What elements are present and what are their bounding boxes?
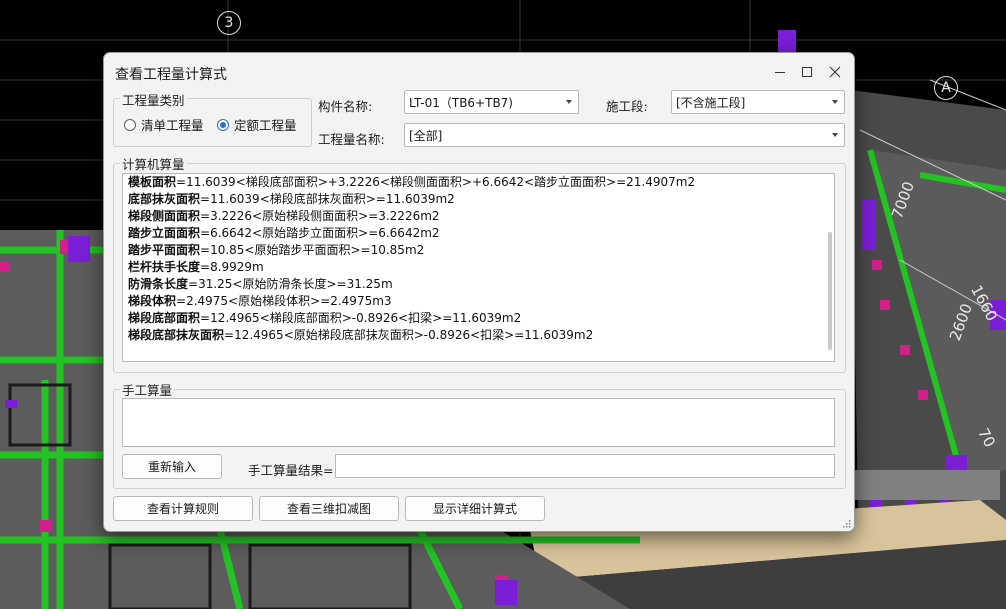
radio-bill-quantity-label: 清单工程量 <box>141 118 204 133</box>
axis-bubble-3: 3 <box>217 11 241 35</box>
calc-line-name: 梯段体积 <box>128 294 177 308</box>
calc-line: 底部抹灰面积=11.6039<梯段底部抹灰面积>=11.6039m2 <box>128 191 695 208</box>
calc-line-expression: =12.4965<梯段底部面积>-0.8926<扣梁>=11.6039m2 <box>200 311 522 325</box>
minimize-icon <box>775 72 785 73</box>
quantity-name-label: 工程量名称: <box>318 132 385 147</box>
calc-line-expression: =2.4975<原始梯段体积>=2.4975m3 <box>176 294 392 308</box>
axis-label-a: A <box>941 80 951 96</box>
calc-line-name: 踏步立面面积 <box>128 226 201 240</box>
calc-lines: 模板面积=11.6039<梯段底部面积>+3.2226<梯段侧面面积>+6.66… <box>128 174 695 344</box>
dialog-title: 查看工程量计算式 <box>115 67 227 83</box>
calc-line-name: 梯段底部面积 <box>128 311 201 325</box>
construction-section-value: [不含施工段] <box>676 95 746 110</box>
calc-line-name: 栏杆扶手长度 <box>128 260 201 274</box>
resize-grip-icon[interactable] <box>842 519 851 528</box>
component-name-select[interactable]: LT-01（TB6+TB7) <box>404 90 579 114</box>
chevron-down-icon <box>832 100 838 104</box>
calc-line: 梯段底部抹灰面积=12.4965<原始梯段底部抹灰面积>-0.8926<扣梁>=… <box>128 327 695 344</box>
construction-section-label: 施工段: <box>606 99 648 114</box>
calc-line-name: 防滑条长度 <box>128 277 189 291</box>
computer-calc-output[interactable]: 模板面积=11.6039<梯段底部面积>+3.2226<梯段侧面面积>+6.66… <box>122 173 835 362</box>
radio-bill-quantity-indicator[interactable] <box>124 118 136 131</box>
axis-bubble-a: A <box>934 76 958 100</box>
manual-result-label: 手工算量结果= <box>248 463 334 478</box>
view-calc-rules-button[interactable]: 查看计算规则 <box>113 496 253 521</box>
calc-line-expression: =12.4965<原始梯段底部抹灰面积>-0.8926<扣梁>=11.6039m… <box>224 328 594 342</box>
radio-quota-quantity-indicator[interactable] <box>217 118 229 131</box>
chevron-down-icon <box>566 100 572 104</box>
calc-line-expression: =3.2226<原始梯段侧面面积>=3.2226m2 <box>200 209 440 223</box>
close-button[interactable] <box>822 59 848 85</box>
calc-line: 栏杆扶手长度=8.9929m <box>128 259 695 276</box>
minimize-button[interactable] <box>767 59 793 85</box>
quantity-type-legend: 工程量类别 <box>120 90 187 109</box>
calc-line: 梯段底部面积=12.4965<梯段底部面积>-0.8926<扣梁>=11.603… <box>128 310 695 327</box>
calc-line: 踏步立面面积=6.6642<原始踏步立面面积>=6.6642m2 <box>128 225 695 242</box>
quantity-name-value: [全部] <box>409 128 443 143</box>
calc-line-expression: =31.25<原始防滑条长度>=31.25m <box>188 277 393 291</box>
quantity-name-select[interactable]: [全部] <box>404 123 845 147</box>
calc-line-expression: =10.85<原始踏步平面面积>=10.85m2 <box>200 243 425 257</box>
maximize-button[interactable] <box>794 59 820 85</box>
axis-label-3: 3 <box>224 15 234 31</box>
calc-line-expression: =6.6642<原始踏步立面面积>=6.6642m2 <box>200 226 440 240</box>
calc-line: 模板面积=11.6039<梯段底部面积>+3.2226<梯段侧面面积>+6.66… <box>128 174 695 191</box>
show-detail-formula-button[interactable]: 显示详细计算式 <box>405 496 545 521</box>
radio-bill-quantity[interactable]: 清单工程量 <box>124 115 204 134</box>
calc-line-name: 梯段侧面面积 <box>128 209 201 223</box>
calc-line: 梯段体积=2.4975<原始梯段体积>=2.4975m3 <box>128 293 695 310</box>
calc-line-name: 模板面积 <box>128 175 177 189</box>
construction-section-select[interactable]: [不含施工段] <box>671 90 845 114</box>
calc-line-name: 梯段底部抹灰面积 <box>128 328 225 342</box>
calc-line-name: 踏步平面面积 <box>128 243 201 257</box>
dialog-titlebar[interactable]: 查看工程量计算式 <box>104 53 854 91</box>
vertical-scrollbar[interactable] <box>828 232 832 350</box>
chevron-down-icon <box>832 133 838 137</box>
calc-line: 防滑条长度=31.25<原始防滑条长度>=31.25m <box>128 276 695 293</box>
calc-line-name: 底部抹灰面积 <box>128 192 201 206</box>
computer-calc-legend: 计算机算量 <box>120 154 187 173</box>
quantity-formula-dialog: 查看工程量计算式 工程量类别 清单工程量 定额工程量 构件名称: LT-01（T… <box>103 52 855 532</box>
manual-result-input[interactable] <box>335 454 835 478</box>
component-name-value: LT-01（TB6+TB7) <box>409 95 513 110</box>
manual-calc-input[interactable] <box>122 398 835 447</box>
radio-quota-quantity[interactable]: 定额工程量 <box>217 115 297 134</box>
calc-line: 梯段侧面面积=3.2226<原始梯段侧面面积>=3.2226m2 <box>128 208 695 225</box>
calc-line-expression: =11.6039<梯段底部面积>+3.2226<梯段侧面面积>+6.6642<踏… <box>176 175 696 189</box>
manual-calc-legend: 手工算量 <box>120 380 175 399</box>
calc-line: 踏步平面面积=10.85<原始踏步平面面积>=10.85m2 <box>128 242 695 259</box>
calc-line-expression: =8.9929m <box>200 260 264 274</box>
view-3d-deduction-button[interactable]: 查看三维扣减图 <box>259 496 399 521</box>
component-name-label: 构件名称: <box>318 99 373 114</box>
calc-line-expression: =11.6039<梯段底部抹灰面积>=11.6039m2 <box>200 192 455 206</box>
close-icon <box>829 66 841 78</box>
reenter-button[interactable]: 重新输入 <box>122 454 222 479</box>
maximize-icon <box>802 67 812 77</box>
radio-quota-quantity-label: 定额工程量 <box>234 118 297 133</box>
